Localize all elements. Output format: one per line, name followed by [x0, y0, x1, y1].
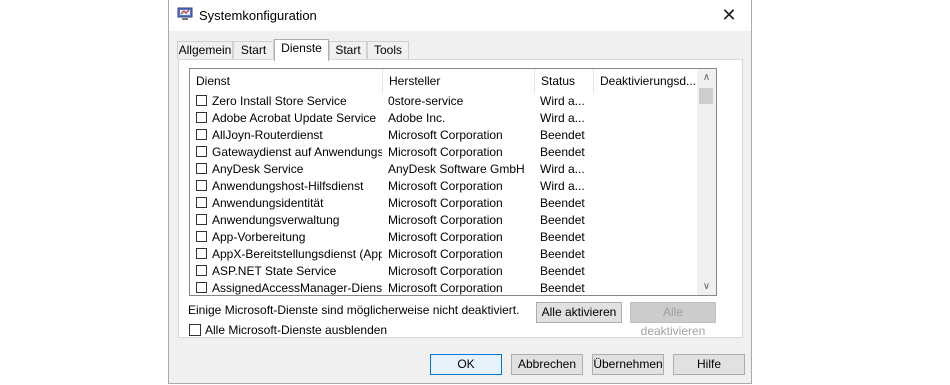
service-checkbox[interactable] — [196, 146, 207, 157]
service-checkbox[interactable] — [196, 282, 207, 293]
service-vendor: Microsoft Corporation — [388, 196, 503, 210]
service-row[interactable]: AppX-Bereitstellungsdienst (App... Micros… — [190, 246, 697, 263]
hide-ms-services-checkbox[interactable] — [189, 324, 201, 336]
service-status: Wird a... — [540, 179, 585, 193]
service-status: Wird a... — [540, 162, 585, 176]
close-button[interactable]: ✕ — [707, 0, 751, 31]
apply-button[interactable]: Übernehmen — [592, 354, 664, 375]
service-checkbox[interactable] — [196, 231, 207, 242]
column-header-vendor[interactable]: Hersteller — [383, 69, 535, 93]
service-row[interactable]: AssignedAccessManager-Dienst Microsoft Co… — [190, 280, 697, 295]
service-checkbox[interactable] — [196, 180, 207, 191]
column-header-service[interactable]: Dienst — [190, 69, 383, 93]
service-name: AllJoyn-Routerdienst — [212, 128, 323, 142]
service-name: AssignedAccessManager-Dienst — [212, 281, 382, 295]
service-name: Gatewaydienst auf Anwendungs... — [212, 145, 382, 159]
scroll-down-icon[interactable]: ∨ — [697, 278, 716, 295]
column-header-disabled-date[interactable]: Deaktivierungsd... — [594, 69, 697, 93]
list-header: Dienst Hersteller Status Deaktivierungsd… — [190, 69, 697, 93]
tab-tools[interactable]: Tools — [367, 41, 409, 59]
vertical-scrollbar[interactable]: ∧ ∨ — [697, 69, 716, 295]
service-checkbox[interactable] — [196, 129, 207, 140]
enable-all-button[interactable]: Alle aktivieren — [536, 302, 622, 323]
service-vendor: Adobe Inc. — [388, 111, 446, 125]
ms-services-note: Einige Microsoft-Dienste sind möglicherw… — [188, 303, 520, 317]
service-status: Beendet — [540, 281, 585, 295]
service-name: AnyDesk Service — [212, 162, 304, 176]
service-status: Beendet — [540, 128, 585, 142]
hide-ms-services-label: Alle Microsoft-Dienste ausblenden — [205, 323, 388, 337]
service-row[interactable]: AllJoyn-Routerdienst Microsoft Corporatio… — [190, 127, 697, 144]
service-status: Beendet — [540, 247, 585, 261]
msconfig-icon — [177, 7, 193, 20]
service-checkbox[interactable] — [196, 248, 207, 259]
service-checkbox[interactable] — [196, 214, 207, 225]
services-list[interactable]: Dienst Hersteller Status Deaktivierungsd… — [189, 68, 717, 296]
system-config-window: Systemkonfiguration ✕ Allgemein Start Di… — [168, 0, 752, 384]
service-status: Beendet — [540, 196, 585, 210]
service-row[interactable]: ASP.NET State Service Microsoft Corporati… — [190, 263, 697, 280]
service-row[interactable]: Zero Install Store Service 0store-service… — [190, 93, 697, 110]
service-status: Beendet — [540, 213, 585, 227]
ok-button[interactable]: OK — [430, 354, 502, 375]
service-name: Anwendungsverwaltung — [212, 213, 340, 227]
service-status: Beendet — [540, 264, 585, 278]
service-vendor: Microsoft Corporation — [388, 213, 503, 227]
service-row[interactable]: AnyDesk Service AnyDesk Software GmbH Wird… — [190, 161, 697, 178]
column-header-status[interactable]: Status — [535, 69, 594, 93]
service-vendor: 0store-service — [388, 94, 464, 108]
service-checkbox[interactable] — [196, 197, 207, 208]
service-status: Beendet — [540, 230, 585, 244]
disable-all-button[interactable]: Alle deaktivieren — [630, 302, 716, 338]
service-checkbox[interactable] — [196, 95, 207, 106]
service-status: Beendet — [540, 145, 585, 159]
help-button[interactable]: Hilfe — [673, 354, 745, 375]
tab-general[interactable]: Allgemein — [177, 41, 233, 59]
service-name: Anwendungsidentität — [212, 196, 324, 210]
service-vendor: AnyDesk Software GmbH — [388, 162, 525, 176]
cancel-button[interactable]: Abbrechen — [511, 354, 583, 375]
service-row[interactable]: Anwendungshost-Hilfsdienst Microsoft Corp… — [190, 178, 697, 195]
window-title: Systemkonfiguration — [199, 8, 317, 23]
service-name: Zero Install Store Service — [212, 94, 347, 108]
tab-startup[interactable]: Start — [233, 41, 274, 59]
service-vendor: Microsoft Corporation — [388, 230, 503, 244]
scroll-thumb[interactable] — [699, 88, 713, 104]
service-name: Anwendungshost-Hilfsdienst — [212, 179, 364, 193]
service-row[interactable]: Anwendungsidentität Microsoft Corporation… — [190, 195, 697, 212]
service-vendor: Microsoft Corporation — [388, 247, 503, 261]
tab-services[interactable]: Dienste — [274, 39, 329, 61]
service-name: ASP.NET State Service — [212, 264, 337, 278]
service-status: Wird a... — [540, 111, 585, 125]
service-vendor: Microsoft Corporation — [388, 179, 503, 193]
service-checkbox[interactable] — [196, 265, 207, 276]
service-status: Wird a... — [540, 94, 585, 108]
tab-startup-2[interactable]: Start — [329, 41, 367, 59]
service-vendor: Microsoft Corporation — [388, 264, 503, 278]
service-vendor: Microsoft Corporation — [388, 281, 503, 295]
service-name: Adobe Acrobat Update Service — [212, 111, 377, 125]
service-vendor: Microsoft Corporation — [388, 145, 503, 159]
service-checkbox[interactable] — [196, 163, 207, 174]
service-row[interactable]: Anwendungsverwaltung Microsoft Corporatio… — [190, 212, 697, 229]
service-name: AppX-Bereitstellungsdienst (App... — [212, 247, 382, 261]
service-name: App-Vorbereitung — [212, 230, 306, 244]
service-checkbox[interactable] — [196, 112, 207, 123]
title-bar: Systemkonfiguration ✕ — [169, 0, 751, 31]
close-icon: ✕ — [721, 5, 737, 25]
service-vendor: Microsoft Corporation — [388, 128, 503, 142]
service-row[interactable]: App-Vorbereitung Microsoft Corporation Bee… — [190, 229, 697, 246]
service-row[interactable]: Gatewaydienst auf Anwendungs... Microsoft… — [190, 144, 697, 161]
scroll-up-icon[interactable]: ∧ — [697, 69, 716, 86]
service-row[interactable]: Adobe Acrobat Update Service Adobe Inc. Wi… — [190, 110, 697, 127]
